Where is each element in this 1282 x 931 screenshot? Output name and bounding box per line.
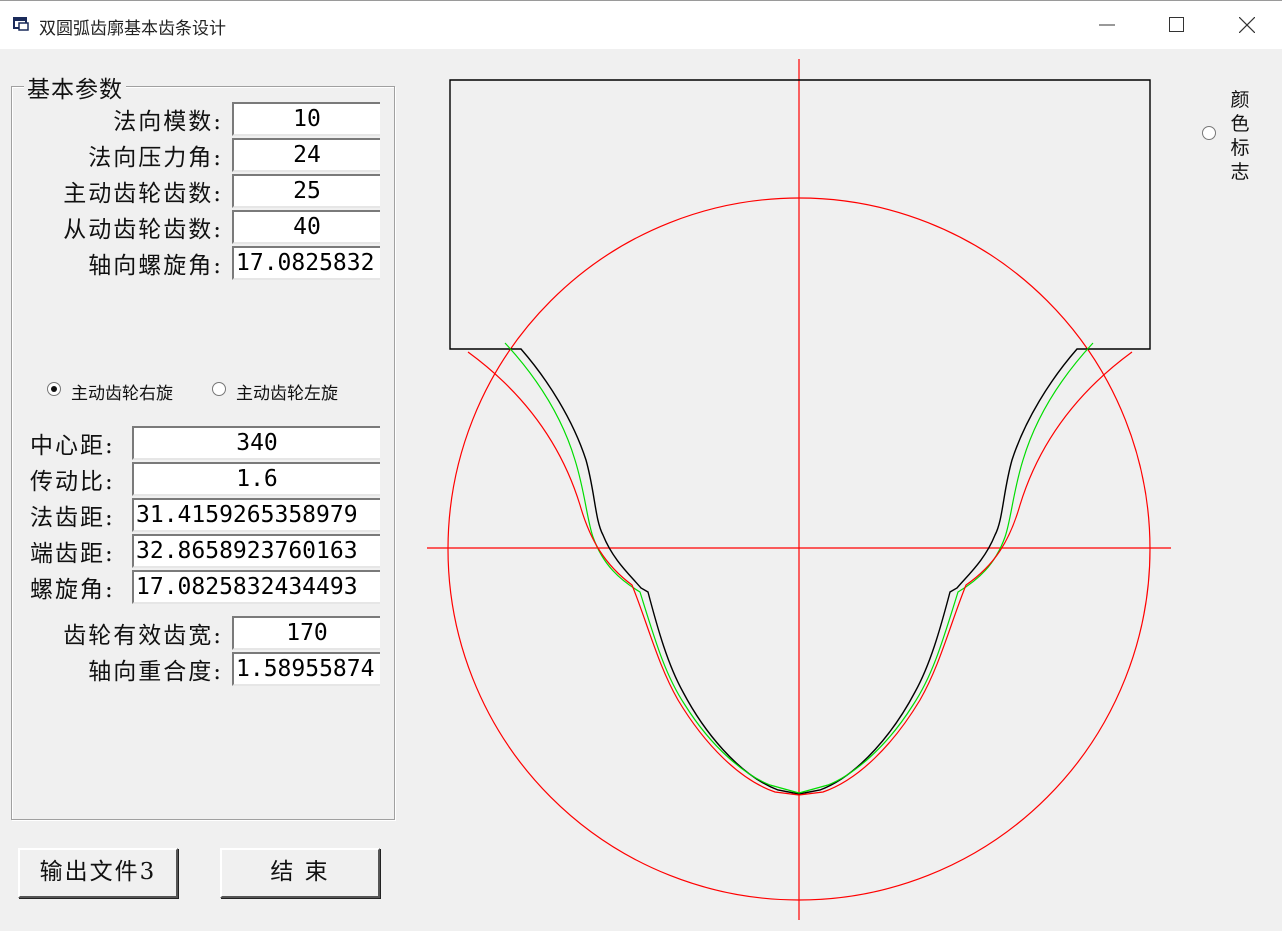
tooth-profile-canvas xyxy=(427,59,1171,920)
rack-profile xyxy=(449,79,1151,795)
addendum-arc-left xyxy=(467,351,800,796)
offset-curve-left xyxy=(504,342,800,794)
offset-curve-right xyxy=(798,342,1094,794)
addendum-arc-right xyxy=(798,351,1133,796)
